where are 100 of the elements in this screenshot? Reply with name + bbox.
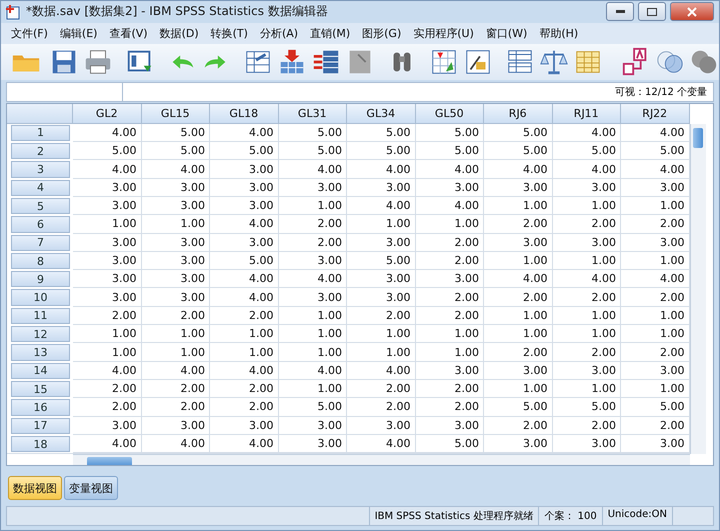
- table-cell: 4.00: [347, 160, 416, 179]
- table-cell: 1.00: [621, 197, 690, 216]
- table-cell: 4.00: [347, 434, 416, 454]
- menu-item[interactable]: 转换(T): [206, 24, 256, 43]
- close-button[interactable]: [670, 2, 714, 22]
- table-cell: 2.00: [73, 398, 142, 417]
- column-header[interactable]: GL18: [210, 104, 278, 124]
- menu-item[interactable]: 实用程序(U): [409, 24, 482, 43]
- menu-item[interactable]: 文件(F): [7, 24, 56, 43]
- row-header[interactable]: 9: [11, 271, 70, 288]
- row-header[interactable]: 13: [11, 344, 70, 361]
- row-header[interactable]: 7: [11, 234, 70, 251]
- table-cell: 2.00: [621, 416, 690, 435]
- app-logo-icon: [6, 4, 22, 20]
- table-cell: 3.00: [552, 434, 621, 454]
- table-cell: 4.00: [142, 160, 210, 179]
- table-cell: 4.00: [142, 362, 210, 380]
- row-header[interactable]: 12: [11, 326, 70, 342]
- table-cell: 3.00: [484, 362, 552, 380]
- table-cell: 1.00: [484, 325, 552, 344]
- table-cell: 5.00: [347, 124, 416, 142]
- table-cell: 5.00: [621, 142, 690, 160]
- table-cell: 3.00: [73, 234, 142, 252]
- row-header[interactable]: 5: [11, 198, 70, 214]
- table-cell: 1.00: [552, 306, 621, 326]
- row-header[interactable]: 2: [11, 143, 70, 160]
- row-header[interactable]: 18: [11, 436, 70, 452]
- column-header[interactable]: GL34: [347, 104, 416, 124]
- table-cell: 2.00: [552, 288, 621, 307]
- row-header[interactable]: 10: [11, 289, 70, 306]
- row-header[interactable]: 1: [11, 124, 70, 142]
- vertical-scrollbar[interactable]: [690, 124, 706, 454]
- menu-item[interactable]: 帮助(H): [535, 24, 586, 43]
- table-cell: 4.00: [73, 362, 142, 380]
- view-tab[interactable]: 数据视图: [8, 476, 62, 500]
- table-cell: 5.00: [552, 398, 621, 417]
- table-cell: 3.00: [621, 234, 690, 252]
- case-count: 个案： 100: [538, 507, 602, 525]
- row-header[interactable]: 3: [11, 161, 70, 178]
- table-cell: 1.00: [142, 215, 210, 234]
- view-tab[interactable]: 变量视图: [64, 476, 118, 500]
- table-cell: 1.00: [278, 343, 347, 362]
- table-cell: 4.00: [278, 160, 347, 179]
- table-cell: 3.00: [347, 234, 416, 252]
- table-cell: 2.00: [210, 398, 278, 417]
- table-cell: 1.00: [73, 343, 142, 362]
- table-cell: 4.00: [552, 124, 621, 142]
- table-cell: 1.00: [142, 343, 210, 362]
- horizontal-scrollbar[interactable]: [73, 454, 690, 466]
- table-cell: 3.00: [142, 197, 210, 216]
- table-cell: 3.00: [73, 252, 142, 270]
- table-cell: 2.00: [278, 215, 347, 234]
- table-cell: 1.00: [278, 325, 347, 344]
- column-header[interactable]: GL15: [142, 104, 210, 124]
- column-header[interactable]: RJ6: [484, 104, 552, 124]
- table-cell: 3.00: [210, 160, 278, 179]
- table-cell: 3.00: [73, 270, 142, 288]
- unicode-status: Unicode:ON: [602, 507, 672, 525]
- table-cell: 3.00: [621, 362, 690, 380]
- minimize-button[interactable]: [606, 2, 634, 22]
- table-cell: 3.00: [552, 362, 621, 380]
- table-cell: 2.00: [142, 306, 210, 326]
- row-header[interactable]: 15: [11, 380, 70, 398]
- menu-item[interactable]: 分析(A): [256, 24, 306, 43]
- menu-item[interactable]: 编辑(E): [56, 24, 106, 43]
- maximize-button[interactable]: [638, 2, 666, 22]
- menu-item[interactable]: 图形(G): [358, 24, 410, 43]
- table-cell: 2.00: [210, 380, 278, 398]
- row-header[interactable]: 11: [11, 308, 70, 324]
- minimize-icon: [616, 10, 624, 14]
- table-cell: 1.00: [278, 306, 347, 326]
- table-cell: 3.00: [278, 416, 347, 435]
- column-header[interactable]: RJ22: [621, 104, 690, 124]
- column-header[interactable]: GL50: [416, 104, 484, 124]
- table-cell: 2.00: [416, 234, 484, 252]
- column-header[interactable]: GL31: [278, 104, 347, 124]
- menu-item[interactable]: 窗口(W): [482, 24, 536, 43]
- table-cell: 3.00: [142, 270, 210, 288]
- table-cell: 3.00: [73, 178, 142, 197]
- table-cell: 3.00: [142, 178, 210, 197]
- row-header[interactable]: 4: [11, 180, 70, 196]
- row-header[interactable]: 14: [11, 362, 70, 379]
- row-header[interactable]: 17: [11, 418, 70, 434]
- table-cell: 4.00: [484, 270, 552, 288]
- row-header[interactable]: 8: [11, 252, 70, 270]
- menu-item[interactable]: 数据(D): [156, 24, 207, 43]
- table-cell: 2.00: [552, 416, 621, 435]
- table-cell: 3.00: [73, 416, 142, 435]
- menu-item[interactable]: 直销(M): [306, 24, 358, 43]
- column-header[interactable]: GL2: [73, 104, 142, 124]
- table-cell: 2.00: [278, 234, 347, 252]
- table-cell: 4.00: [73, 434, 142, 454]
- table-cell: 2.00: [210, 306, 278, 326]
- menu-item[interactable]: 查看(V): [105, 24, 156, 43]
- row-header[interactable]: 6: [11, 216, 70, 233]
- column-header[interactable]: RJ11: [552, 104, 621, 124]
- table-cell: 3.00: [416, 270, 484, 288]
- row-header[interactable]: 16: [11, 399, 70, 416]
- table-cell: 4.00: [416, 197, 484, 216]
- table-cell: 3.00: [347, 416, 416, 435]
